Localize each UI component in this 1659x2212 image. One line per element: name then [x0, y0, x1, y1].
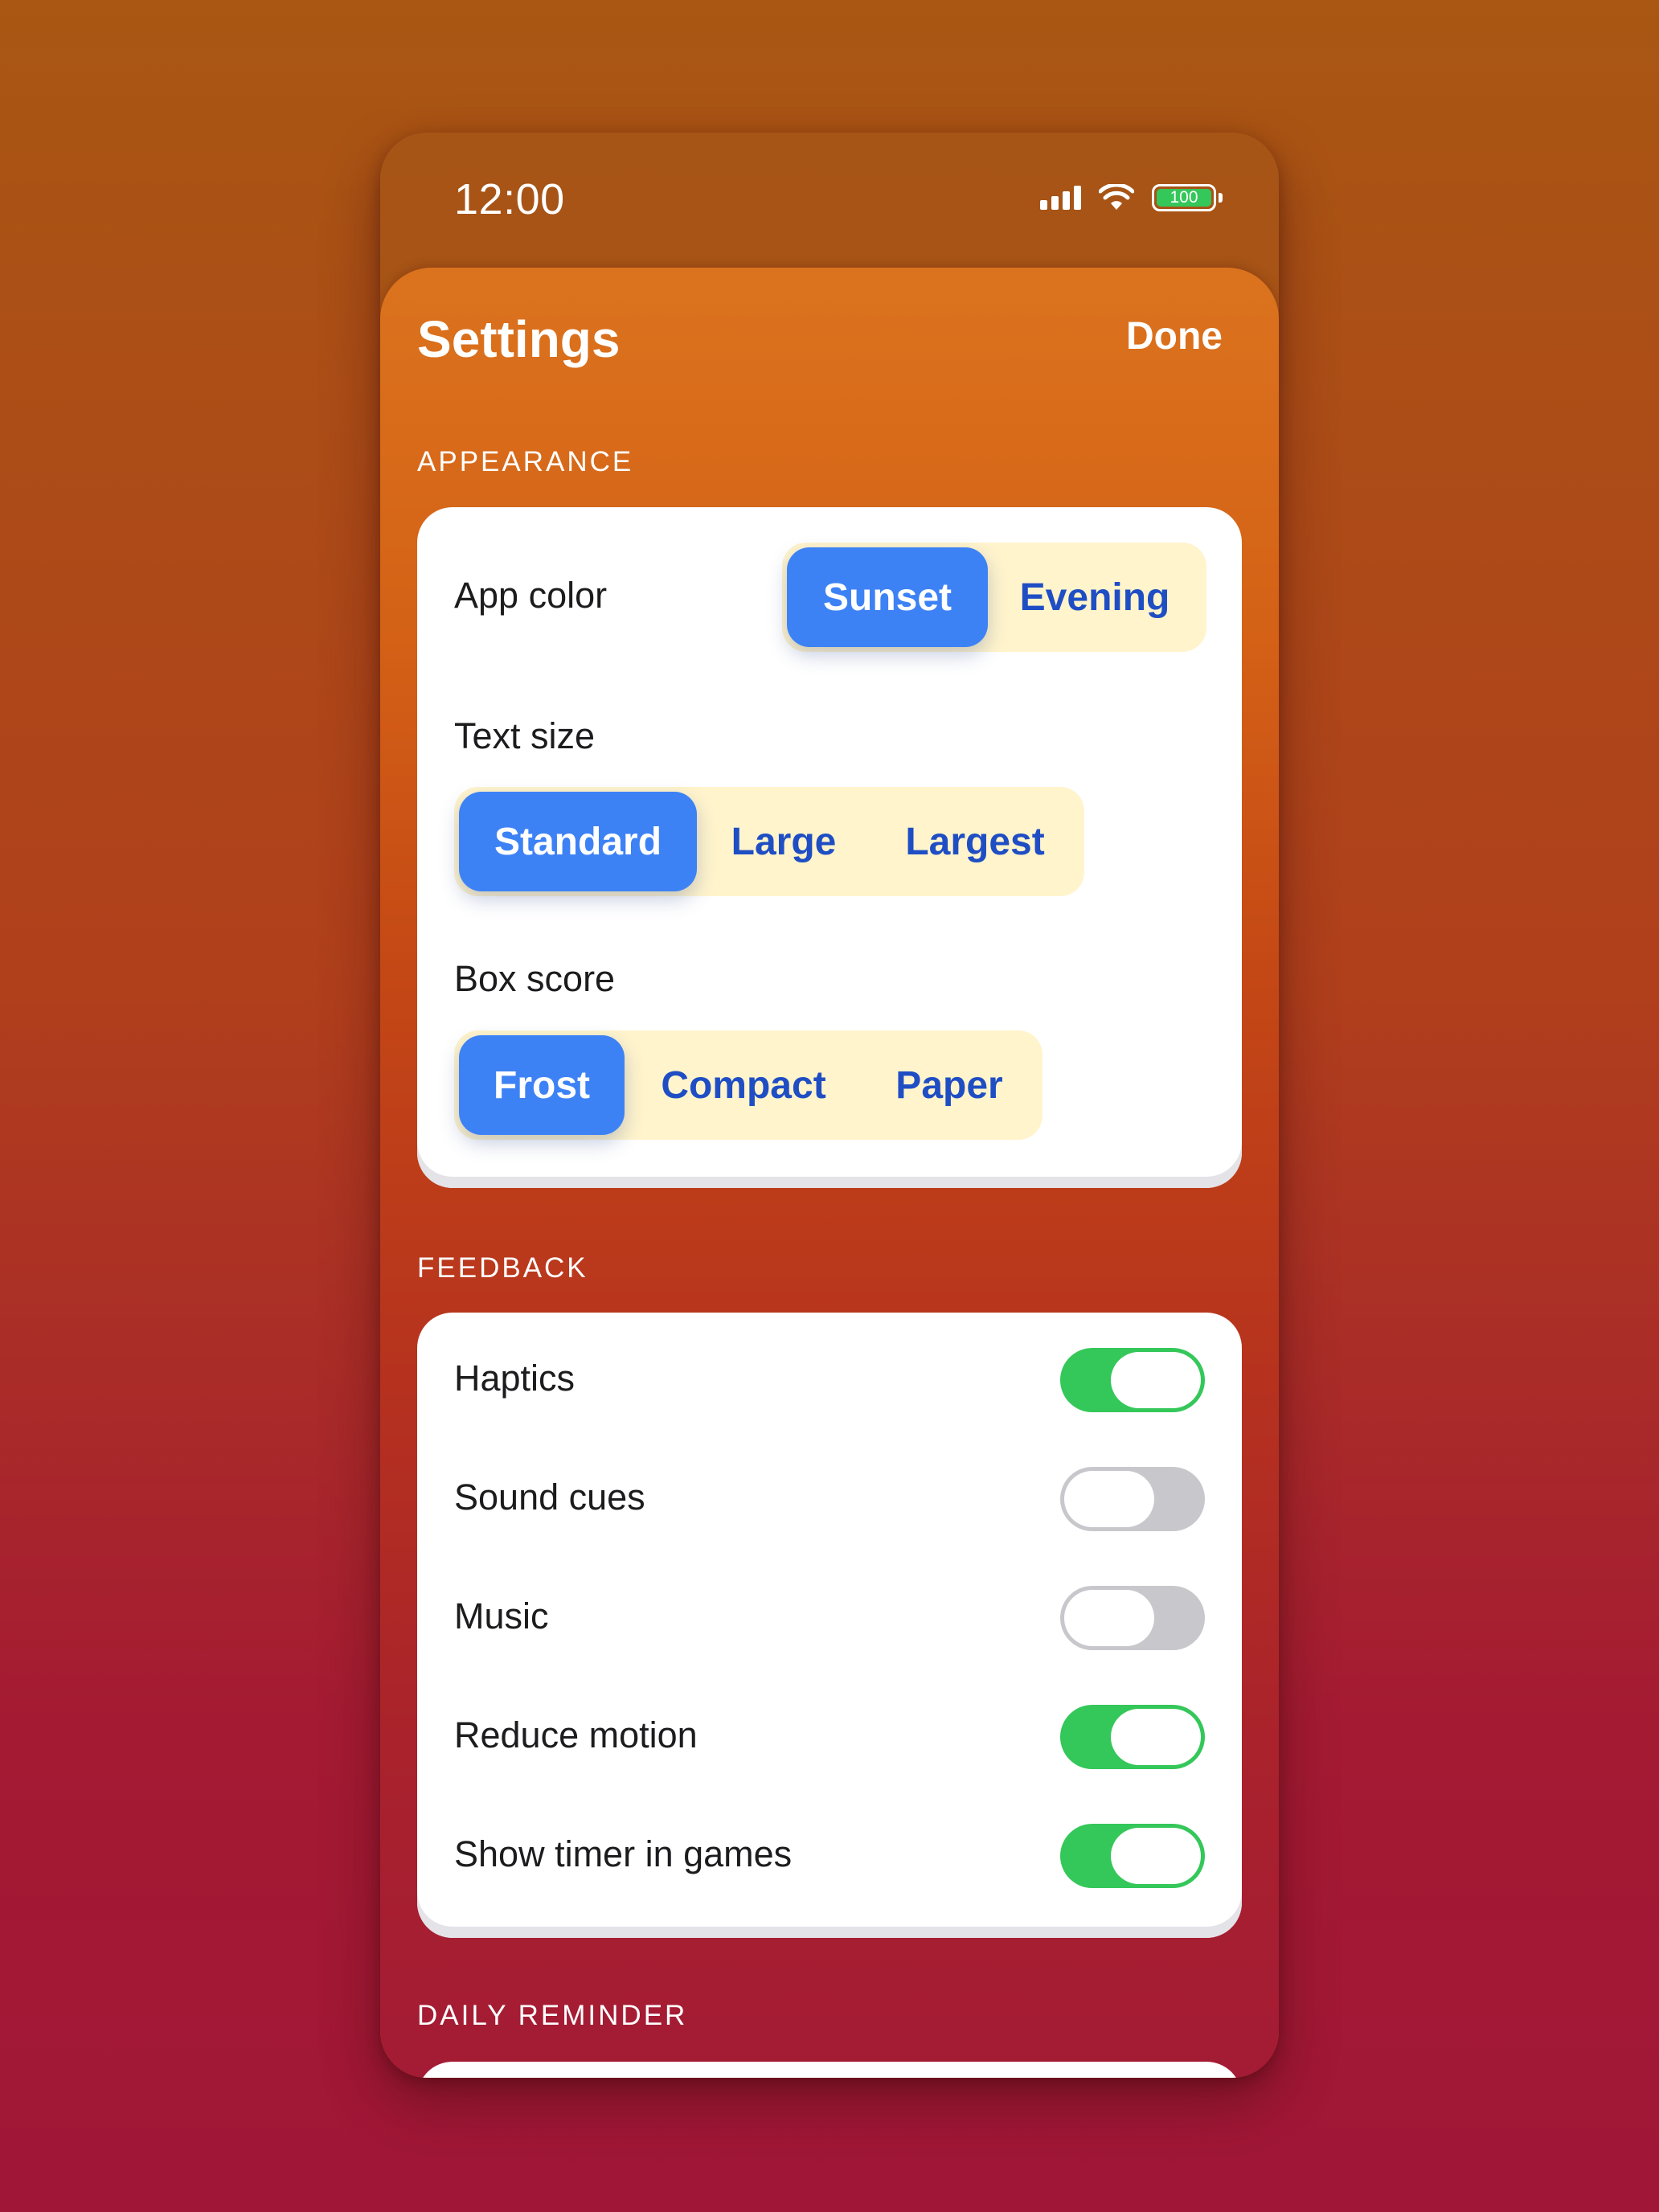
- settings-sheet: Settings Done APPEARANCE App color Sunse…: [380, 268, 1279, 2078]
- box-score-option-paper[interactable]: Paper: [862, 1035, 1036, 1135]
- status-icons: 100: [1040, 184, 1223, 211]
- sound-cues-toggle[interactable]: [1060, 1467, 1205, 1531]
- status-bar: 12:00 100: [380, 133, 1279, 261]
- haptics-label: Haptics: [454, 1358, 576, 1399]
- app-color-label: App color: [454, 575, 608, 616]
- music-toggle[interactable]: [1060, 1586, 1205, 1650]
- daily-reminder-card: [417, 2062, 1242, 2078]
- box-score-option-compact[interactable]: Compact: [625, 1035, 862, 1135]
- battery-icon: 100: [1152, 184, 1223, 211]
- show-timer-label: Show timer in games: [454, 1833, 793, 1874]
- app-color-option-evening[interactable]: Evening: [988, 547, 1202, 647]
- cellular-signal-icon: [1040, 186, 1081, 210]
- text-size-label: Text size: [454, 715, 596, 756]
- feedback-card: Haptics Sound cues Music Reduce motion S…: [417, 1313, 1242, 1938]
- box-score-segmented-control: Frost Compact Paper: [454, 1030, 1043, 1140]
- app-color-segmented-control: Sunset Evening: [782, 543, 1206, 652]
- battery-level: 100: [1157, 189, 1211, 207]
- status-time: 12:00: [454, 175, 565, 223]
- wifi-icon: [1099, 184, 1134, 210]
- done-button[interactable]: Done: [1126, 314, 1223, 358]
- reduce-motion-label: Reduce motion: [454, 1714, 698, 1755]
- text-size-option-standard[interactable]: Standard: [459, 792, 697, 891]
- show-timer-toggle[interactable]: [1060, 1824, 1205, 1888]
- phone-frame: 12:00 100 Settings Done APPEARANCE App c…: [380, 133, 1279, 2078]
- section-header-feedback: FEEDBACK: [417, 1252, 588, 1284]
- text-size-segmented-control: Standard Large Largest: [454, 787, 1084, 896]
- section-header-daily-reminder: DAILY REMINDER: [417, 2000, 688, 2031]
- app-color-option-sunset[interactable]: Sunset: [787, 547, 988, 647]
- sound-cues-label: Sound cues: [454, 1477, 645, 1518]
- text-size-option-largest[interactable]: Largest: [870, 792, 1079, 891]
- box-score-option-frost[interactable]: Frost: [459, 1035, 625, 1135]
- page-title: Settings: [417, 310, 621, 368]
- text-size-option-large[interactable]: Large: [697, 792, 870, 891]
- appearance-card: App color Sunset Evening Text size Stand…: [417, 507, 1242, 1188]
- music-label: Music: [454, 1596, 549, 1636]
- reduce-motion-toggle[interactable]: [1060, 1705, 1205, 1769]
- box-score-label: Box score: [454, 958, 616, 999]
- section-header-appearance: APPEARANCE: [417, 446, 634, 477]
- haptics-toggle[interactable]: [1060, 1348, 1205, 1412]
